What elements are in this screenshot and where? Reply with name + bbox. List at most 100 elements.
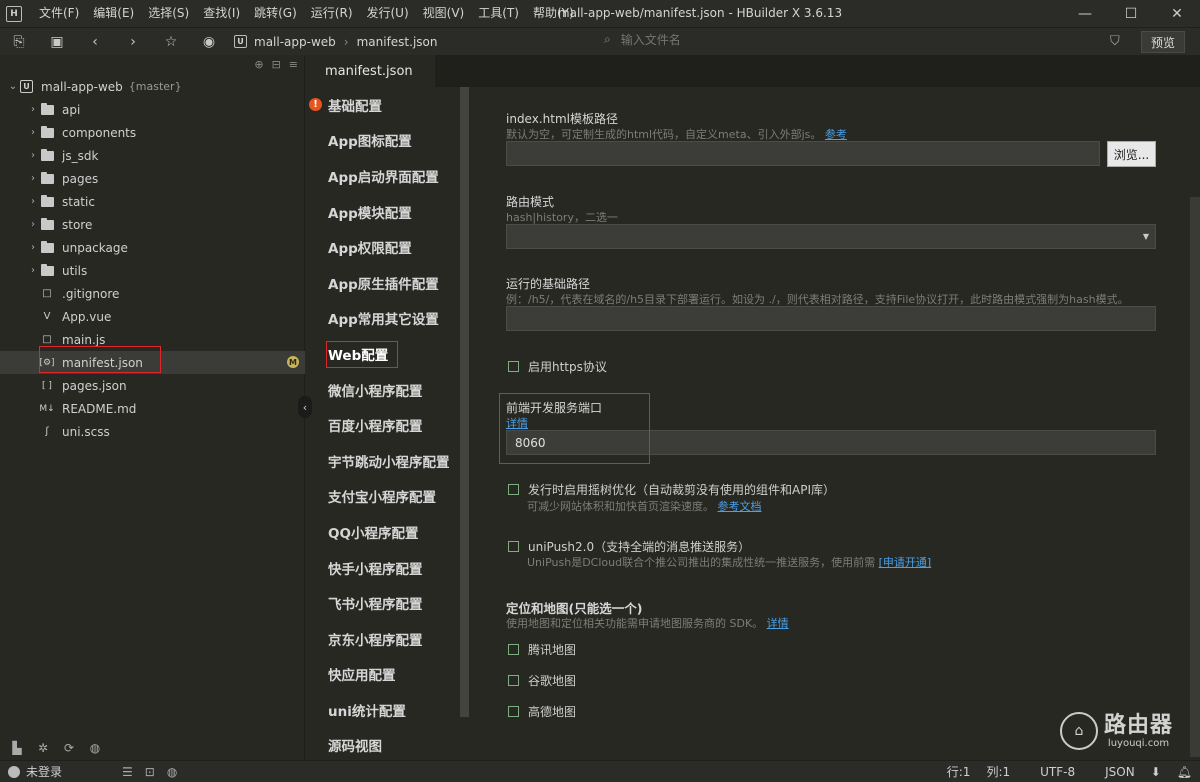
config-nav-app-modules[interactable]: App模块配置 — [305, 194, 460, 230]
language-mode[interactable]: JSON — [1105, 765, 1135, 779]
https-option[interactable]: 启用https协议 — [508, 358, 607, 375]
form-scrollbar[interactable] — [1190, 197, 1200, 757]
config-nav-kuaishou[interactable]: 快手小程序配置 — [305, 550, 460, 586]
explorer-menu-icon[interactable]: ≡ — [289, 58, 298, 71]
source-control-icon[interactable]: ⟳ — [60, 741, 78, 755]
download-icon[interactable]: ⬇ — [1151, 765, 1161, 779]
tree-shaking-docs-link[interactable]: 参考文档 — [718, 500, 762, 513]
forward-icon[interactable]: › — [114, 28, 152, 56]
tree-file-pages-json[interactable]: [ ] pages.json — [0, 374, 305, 397]
encoding[interactable]: UTF-8 — [1040, 765, 1075, 779]
config-nav-app-permissions[interactable]: App权限配置 — [305, 229, 460, 265]
preview-button[interactable]: 预览 — [1141, 31, 1185, 53]
menu-file[interactable]: 文件(F) — [32, 0, 86, 27]
config-nav-basic[interactable]: ! 基础配置 — [305, 87, 460, 123]
map-option-amap[interactable]: 高德地图 — [508, 703, 576, 720]
index-template-reference-link[interactable]: 参考 — [825, 128, 847, 141]
dev-port-input[interactable]: 8060 — [506, 430, 1156, 455]
tree-file-app-vue[interactable]: V App.vue — [0, 305, 305, 328]
tree-folder-js-sdk[interactable]: › js_sdk — [0, 144, 305, 167]
config-nav-toutiao[interactable]: 宇节跳动小程序配置 — [305, 443, 460, 479]
locate-icon[interactable]: ⊕ — [254, 58, 263, 71]
list-icon[interactable]: ☰ — [122, 765, 133, 779]
config-nav-weixin[interactable]: 微信小程序配置 — [305, 372, 460, 408]
breadcrumb-file[interactable]: manifest.json — [357, 35, 438, 49]
new-file-icon[interactable]: ⎘ — [0, 28, 38, 56]
terminal-icon[interactable]: ⊡ — [145, 765, 155, 779]
dev-port-details-link[interactable]: 详情 — [506, 415, 528, 431]
config-nav-qq[interactable]: QQ小程序配置 — [305, 514, 460, 550]
index-template-input[interactable] — [506, 141, 1100, 166]
tree-folder-store[interactable]: › store — [0, 213, 305, 236]
config-nav-alipay[interactable]: 支付宝小程序配置 — [305, 479, 460, 515]
tree-file-gitignore[interactable]: □ .gitignore — [0, 282, 305, 305]
config-nav-app-native-plugins[interactable]: App原生插件配置 — [305, 265, 460, 301]
back-icon[interactable]: ‹ — [76, 28, 114, 56]
tree-folder-components[interactable]: › components — [0, 121, 305, 144]
unipush-apply-link[interactable]: [申请开通] — [879, 556, 932, 569]
menu-select[interactable]: 选择(S) — [141, 0, 196, 27]
config-nav-source-view[interactable]: 源码视图 — [305, 728, 460, 760]
https-checkbox[interactable] — [508, 361, 519, 372]
unipush-option[interactable]: uniPush2.0（支持全端的消息推送服务） — [508, 538, 750, 555]
tree-shaking-option[interactable]: 发行时启用摇树优化（自动裁剪没有使用的组件和API库） — [508, 481, 835, 498]
run-icon[interactable]: ◉ — [190, 28, 228, 56]
menu-goto[interactable]: 跳转(G) — [247, 0, 304, 27]
tree-shaking-checkbox[interactable] — [508, 484, 519, 495]
tencent-map-checkbox[interactable] — [508, 644, 519, 655]
minimize-button[interactable]: — — [1062, 0, 1108, 27]
breadcrumb-project[interactable]: mall-app-web — [254, 35, 336, 49]
menu-view[interactable]: 视图(V) — [416, 0, 472, 27]
config-nav-app-icon[interactable]: App图标配置 — [305, 123, 460, 159]
tree-file-manifest-json[interactable]: [⚙] manifest.json M — [0, 351, 305, 374]
tree-folder-static[interactable]: › static — [0, 190, 305, 213]
config-nav-app-other[interactable]: App常用其它设置 — [305, 301, 460, 337]
config-nav-app-splash[interactable]: App启动界面配置 — [305, 158, 460, 194]
notification-icon[interactable]: 🔔︎ — [1177, 765, 1192, 779]
amap-checkbox[interactable] — [508, 706, 519, 717]
config-nav-scrollbar[interactable] — [460, 87, 469, 717]
router-mode-select[interactable]: ▼ — [506, 224, 1156, 249]
palette-icon[interactable]: ◍ — [86, 741, 104, 755]
tree-folder-utils[interactable]: › utils — [0, 259, 305, 282]
debug-icon[interactable]: ✲ — [34, 741, 52, 755]
tree-file-uni-scss[interactable]: ʃ uni.scss — [0, 420, 305, 443]
browse-button[interactable]: 浏览... — [1107, 141, 1156, 167]
file-search-input[interactable] — [620, 32, 1061, 47]
menu-help[interactable]: 帮助(Y) — [526, 0, 581, 27]
map-option-google[interactable]: 谷歌地图 — [508, 672, 576, 689]
unipush-checkbox[interactable] — [508, 541, 519, 552]
google-map-checkbox[interactable] — [508, 675, 519, 686]
tab-manifest-json[interactable]: manifest.json — [305, 55, 435, 87]
save-icon[interactable]: ▣ — [38, 28, 76, 56]
maximize-button[interactable]: ☐ — [1108, 0, 1154, 27]
menu-run[interactable]: 运行(R) — [304, 0, 360, 27]
tree-root[interactable]: ⌄ U mall-app-web {master} — [0, 75, 305, 98]
close-button[interactable]: ✕ — [1154, 0, 1200, 27]
menu-tools[interactable]: 工具(T) — [471, 0, 526, 27]
config-nav-feishu[interactable]: 飞书小程序配置 — [305, 585, 460, 621]
cursor-col[interactable]: 列:1 — [986, 763, 1010, 780]
web-icon[interactable]: ◍ — [167, 765, 177, 779]
map-option-tencent[interactable]: 腾讯地图 — [508, 641, 576, 658]
star-icon[interactable]: ☆ — [152, 28, 190, 56]
login-status[interactable]: 未登录 — [8, 763, 62, 780]
filter-icon[interactable]: ⛉ — [1110, 34, 1120, 49]
menu-find[interactable]: 查找(I) — [196, 0, 247, 27]
tree-folder-api[interactable]: › api — [0, 98, 305, 121]
map-details-link[interactable]: 详情 — [767, 617, 789, 630]
config-nav-web[interactable]: Web配置 — [305, 336, 460, 372]
config-nav-quickapp[interactable]: 快应用配置 — [305, 657, 460, 693]
config-nav-uni-stat[interactable]: uni统计配置 — [305, 692, 460, 728]
tree-file-readme[interactable]: M↓ README.md — [0, 397, 305, 420]
tree-folder-unpackage[interactable]: › unpackage — [0, 236, 305, 259]
tree-folder-pages[interactable]: › pages — [0, 167, 305, 190]
collapse-all-icon[interactable]: ⊟ — [272, 58, 281, 71]
tree-file-main-js[interactable]: □ main.js — [0, 328, 305, 351]
config-nav-baidu[interactable]: 百度小程序配置 — [305, 407, 460, 443]
collapse-sidebar-icon[interactable]: ‹ — [298, 396, 312, 418]
menu-publish[interactable]: 发行(U) — [360, 0, 416, 27]
menu-edit[interactable]: 编辑(E) — [86, 0, 141, 27]
explorer-icon[interactable]: ▙ — [8, 741, 26, 755]
config-nav-jd[interactable]: 京东小程序配置 — [305, 621, 460, 657]
